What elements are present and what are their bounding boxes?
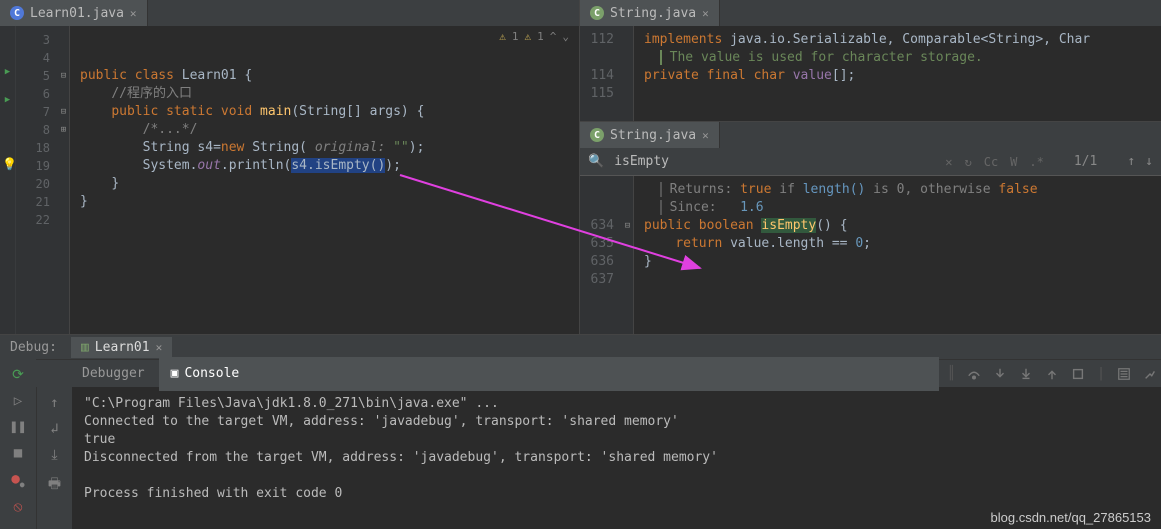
console-icon: ▣: [171, 365, 179, 383]
chevron-down-icon[interactable]: ⌄: [562, 30, 569, 43]
close-search-icon[interactable]: ✕: [945, 155, 952, 169]
debugger-tab[interactable]: Debugger: [72, 362, 155, 385]
pause-icon[interactable]: ❚❚: [9, 419, 27, 435]
rerun-icon[interactable]: ⟳: [9, 367, 27, 383]
next-match-icon[interactable]: ↓: [1145, 154, 1153, 169]
left-tabbar: C Learn01.java ✕: [0, 0, 579, 26]
left-fold-gutter: ⊟ ⊟ ⊞: [58, 26, 70, 334]
evaluate-icon[interactable]: [1113, 363, 1135, 385]
tab-label: String.java: [610, 6, 696, 21]
regex-button[interactable]: .*: [1029, 155, 1043, 169]
debug-run-tab[interactable]: ▥ Learn01 ✕: [71, 337, 172, 358]
search-input[interactable]: isEmpty: [614, 154, 935, 169]
class-file-icon: C: [590, 128, 604, 142]
left-marker-gutter: ▶ ▶ 💡: [0, 26, 16, 334]
application-icon: ▥: [81, 340, 89, 355]
search-result-count: 1/1: [1074, 154, 1097, 169]
console-output[interactable]: "C:\Program Files\Java\jdk1.8.0_271\bin\…: [72, 387, 1161, 529]
right-bot-code[interactable]: Returns: true if length() is 0, otherwis…: [634, 176, 1161, 334]
up-stack-icon[interactable]: ↑: [46, 395, 64, 411]
stop-icon[interactable]: ■: [9, 445, 27, 461]
fold-icon[interactable]: ⊟: [58, 67, 69, 85]
force-step-into-icon[interactable]: [1015, 363, 1037, 385]
intention-bulb-icon[interactable]: 💡: [2, 157, 17, 171]
match-word-button[interactable]: W: [1010, 155, 1017, 169]
class-file-icon: C: [590, 6, 604, 20]
tab-string-bot[interactable]: C String.java ✕: [580, 122, 720, 148]
debug-title: Debug:: [10, 340, 57, 355]
drop-frame-icon[interactable]: [1067, 363, 1089, 385]
trace-icon[interactable]: [1139, 363, 1161, 385]
step-over-icon[interactable]: [963, 363, 985, 385]
fold-icon[interactable]: ⊟: [58, 103, 69, 121]
right-bottom-editor-pane: C String.java ✕ 🔍 isEmpty ✕ ↻ Cc W .* 1/…: [580, 122, 1161, 334]
left-line-gutter: 345 678 181920 2122: [16, 26, 58, 334]
print-icon[interactable]: 🖶: [46, 473, 64, 497]
step-out-icon[interactable]: [1041, 363, 1063, 385]
close-icon[interactable]: ✕: [702, 7, 709, 20]
warning-icon: ⚠: [499, 30, 506, 43]
debug-sub-tabbar: Debugger ▣ Console ║ |: [36, 359, 1161, 387]
debug-side-toolbar: ⟳ ▷ ❚❚ ■ ●● ⦸: [0, 359, 36, 529]
clock-icon[interactable]: ↻: [964, 155, 971, 169]
tab-string-top[interactable]: C String.java ✕: [580, 0, 720, 26]
fold-icon[interactable]: ⊟: [622, 217, 633, 235]
watermark: blog.csdn.net/qq_27865153: [991, 510, 1151, 525]
step-into-icon[interactable]: [989, 363, 1011, 385]
close-icon[interactable]: ✕: [156, 341, 163, 354]
tab-label: String.java: [610, 128, 696, 143]
run-gutter-icon[interactable]: ▶: [0, 67, 15, 77]
scroll-end-icon[interactable]: ⤓: [46, 447, 64, 463]
left-code-area[interactable]: public class Learn01 { //程序的入口 public st…: [70, 26, 579, 334]
prev-match-icon[interactable]: ↑: [1127, 154, 1135, 169]
breakpoints-icon[interactable]: ●●: [9, 471, 27, 489]
console-tab[interactable]: ▣ Console: [159, 357, 940, 391]
find-bar: 🔍 isEmpty ✕ ↻ Cc W .* 1/1 ↑ ↓: [580, 148, 1161, 176]
warning-icon: ⚠: [525, 30, 532, 43]
close-icon[interactable]: ✕: [702, 129, 709, 142]
close-icon[interactable]: ✕: [130, 7, 137, 20]
resume-icon[interactable]: ▷: [9, 393, 27, 409]
left-editor-pane: C Learn01.java ✕ ▶ ▶ 💡 345 678 181920 21…: [0, 0, 580, 334]
soft-wrap-icon[interactable]: ↲: [46, 421, 64, 437]
tab-learn01[interactable]: C Learn01.java ✕: [0, 0, 148, 26]
class-file-icon: C: [10, 6, 24, 20]
right-top-gutter: 112 114115: [580, 26, 622, 121]
right-bot-gutter: 634635636637: [580, 176, 622, 334]
search-icon: 🔍: [588, 154, 604, 169]
run-gutter-icon[interactable]: ▶: [0, 95, 15, 105]
tab-label: Learn01.java: [30, 6, 124, 21]
console-side-toolbar: ↑ ↲ ⤓ 🖶: [36, 387, 72, 529]
inspection-widget[interactable]: ⚠1 ⚠1 ^ ⌄: [499, 30, 569, 43]
right-top-code[interactable]: implements java.io.Serializable, Compara…: [634, 26, 1161, 121]
right-top-editor-pane: C String.java ✕ 112 114115 implements ja…: [580, 0, 1161, 122]
match-case-button[interactable]: Cc: [984, 155, 998, 169]
mute-bp-icon[interactable]: ⦸: [9, 499, 27, 515]
chevron-up-icon[interactable]: ^: [550, 30, 557, 43]
fold-icon[interactable]: ⊞: [58, 121, 69, 139]
debug-tool-window: Debug: ▥ Learn01 ✕ ⟳ ▷ ❚❚ ■ ●● ⦸ Debugge…: [0, 335, 1161, 529]
